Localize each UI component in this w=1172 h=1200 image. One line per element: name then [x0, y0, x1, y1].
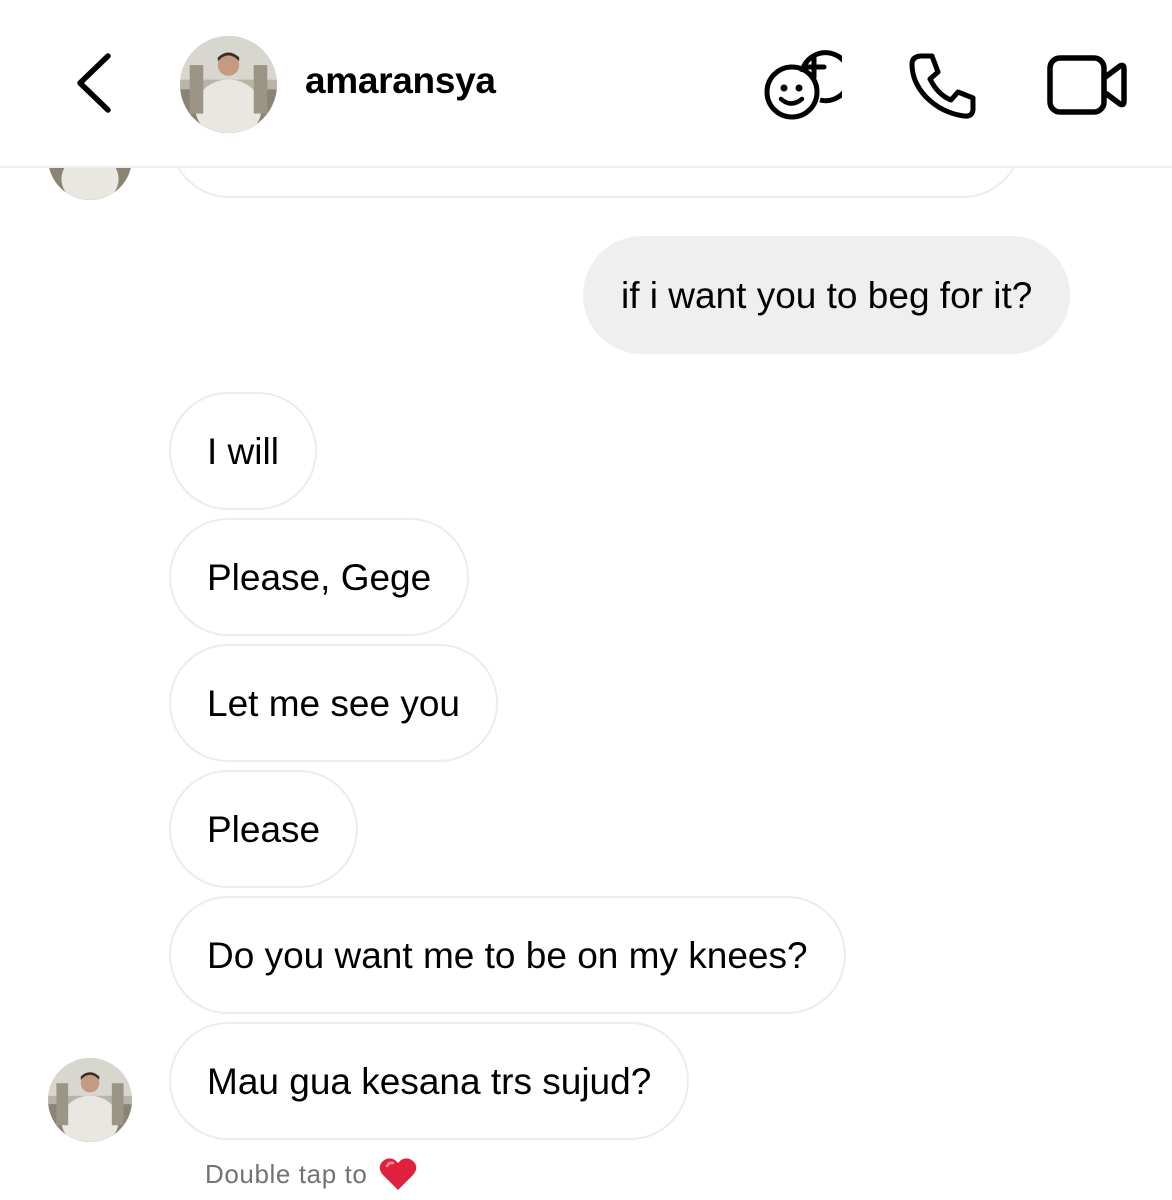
double-tap-hint: Double tap to: [205, 1156, 417, 1192]
profile-photo: [48, 1058, 132, 1142]
message-bubble-incoming[interactable]: Please, Gege: [169, 518, 470, 636]
profile-photo: [180, 36, 277, 133]
sender-avatar[interactable]: [48, 1058, 132, 1142]
message-text: Do you want me to be on my knees?: [207, 934, 808, 976]
message-text: Mau gua kesana trs sujud?: [207, 1060, 652, 1102]
message-text: I will: [207, 430, 279, 472]
avatar[interactable]: [180, 36, 277, 133]
chevron-left-icon[interactable]: [70, 50, 120, 116]
double-tap-text: Double tap to: [205, 1158, 368, 1189]
message-bubble-outgoing[interactable]: if i want you to beg for it?: [583, 236, 1071, 354]
stickers-effects-icon[interactable]: [762, 44, 842, 124]
message-text: Please: [207, 808, 321, 850]
message-text: if i want you to beg for it?: [621, 274, 1033, 316]
video-camera-icon[interactable]: [1046, 52, 1128, 118]
message-bubble-incoming[interactable]: Mau gua kesana trs sujud?: [169, 1022, 690, 1140]
red-heart-icon[interactable]: [379, 1156, 417, 1192]
phone-icon[interactable]: [906, 50, 978, 122]
message-text: Let me see you: [207, 682, 460, 724]
message-bubble-incoming[interactable]: Let me see you: [169, 644, 498, 762]
message-bubble-incoming[interactable]: Do you want me to be on my knees?: [169, 896, 846, 1014]
chat-header: amaransya: [0, 0, 1172, 168]
message-text: Please, Gege: [207, 556, 432, 598]
message-bubble-incoming[interactable]: I will: [169, 392, 317, 510]
message-bubble-incoming[interactable]: Please: [169, 770, 359, 888]
chat-username[interactable]: amaransya: [305, 60, 496, 102]
